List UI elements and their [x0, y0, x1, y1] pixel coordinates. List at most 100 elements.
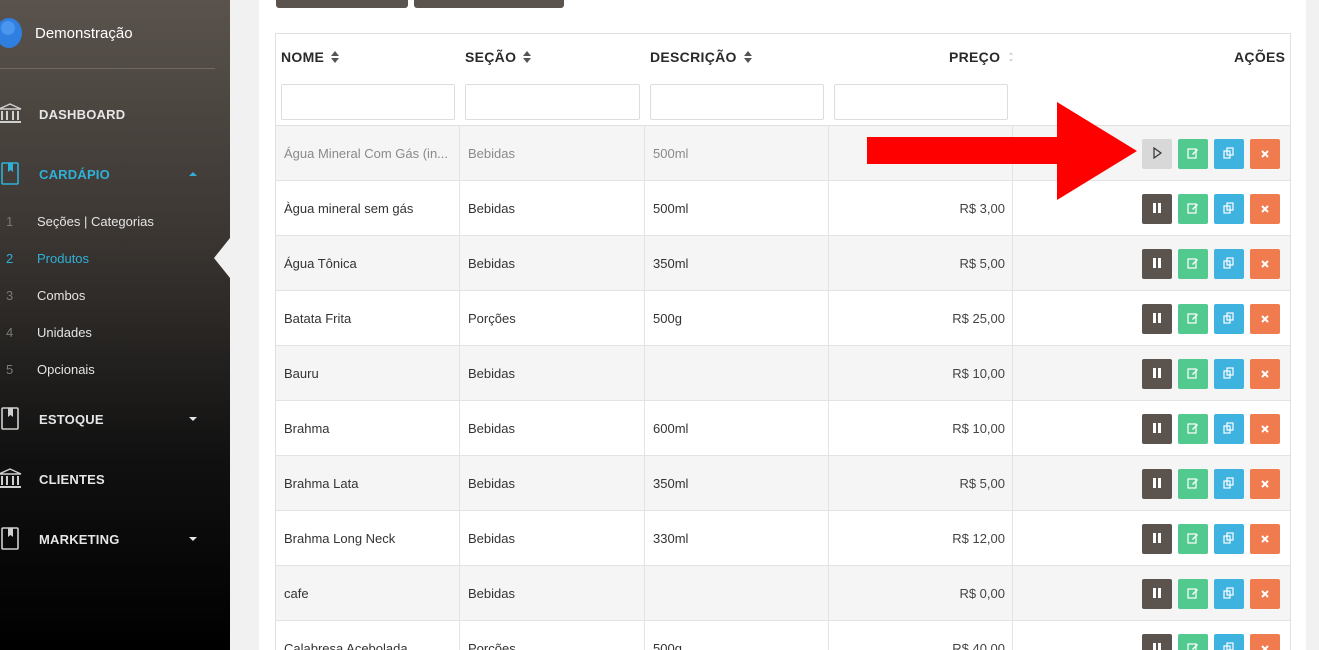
delete-button[interactable]	[1250, 579, 1280, 609]
row-actions	[1142, 249, 1280, 279]
delete-button[interactable]	[1250, 304, 1280, 334]
column-header-secao[interactable]: SEÇÃO	[465, 49, 532, 65]
duplicate-button[interactable]	[1214, 194, 1244, 224]
cell-secao: Porções	[460, 291, 645, 346]
delete-button[interactable]	[1250, 249, 1280, 279]
delete-button[interactable]	[1250, 139, 1280, 169]
close-icon	[1260, 202, 1270, 217]
table-row[interactable]: Brahma Lata Bebidas 350ml R$ 5,00	[276, 456, 1290, 511]
column-header-preco[interactable]: PREÇO	[949, 49, 1015, 65]
sidebar-item-cardapio[interactable]: CARDÁPIO	[0, 154, 230, 194]
sidebar-item-clientes[interactable]: CLIENTES	[0, 459, 230, 499]
table-row[interactable]: Bauru Bebidas R$ 10,00	[276, 346, 1290, 401]
sidebar-item-estoque[interactable]: ESTOQUE	[0, 399, 230, 439]
filter-nome-input[interactable]	[281, 84, 455, 120]
chevron-down-icon	[189, 537, 197, 541]
pause-button[interactable]	[1142, 304, 1172, 334]
user-profile[interactable]: Demonstração	[0, 14, 215, 52]
sidebar-item-label: CARDÁPIO	[39, 166, 110, 182]
filter-secao-input[interactable]	[465, 84, 640, 120]
cell-preco: R$ 40,00	[829, 621, 1013, 650]
pause-button[interactable]	[1142, 634, 1172, 650]
edit-button[interactable]	[1178, 469, 1208, 499]
close-icon	[1260, 367, 1270, 382]
pause-button[interactable]	[1142, 469, 1172, 499]
delete-button[interactable]	[1250, 634, 1280, 650]
pause-button[interactable]	[1142, 194, 1172, 224]
table-row[interactable]: Brahma Long Neck Bebidas 330ml R$ 12,00	[276, 511, 1290, 566]
cell-nome: cafe	[276, 566, 460, 621]
filter-descricao-input[interactable]	[650, 84, 824, 120]
toolbar-button-1[interactable]	[276, 0, 408, 8]
pause-button[interactable]	[1142, 249, 1172, 279]
play-button[interactable]	[1142, 139, 1172, 169]
sidebar-item-label: ESTOQUE	[39, 411, 104, 427]
close-icon	[1260, 147, 1270, 162]
duplicate-button[interactable]	[1214, 579, 1244, 609]
sidebar-subitem-produtos[interactable]: 2 Produtos	[0, 238, 230, 278]
row-actions	[1142, 414, 1280, 444]
sidebar-subitem-secoes[interactable]: 1 Seções | Categorias	[0, 209, 230, 233]
user-name: Demonstração	[35, 24, 133, 42]
sidebar-subitem-combos[interactable]: 3 Combos	[0, 283, 230, 307]
sidebar-subitem-opcionais[interactable]: 5 Opcionais	[0, 357, 230, 381]
toolbar-button-2[interactable]	[414, 0, 564, 8]
edit-icon	[1187, 312, 1199, 327]
delete-button[interactable]	[1250, 524, 1280, 554]
cell-secao: Bebidas	[460, 181, 645, 236]
column-header-descricao[interactable]: DESCRIÇÃO	[650, 49, 752, 65]
cell-descricao	[645, 346, 829, 401]
duplicate-button[interactable]	[1214, 304, 1244, 334]
row-actions	[1142, 139, 1280, 169]
edit-button[interactable]	[1178, 139, 1208, 169]
table-row[interactable]: Àgua mineral sem gás Bebidas 500ml R$ 3,00	[276, 181, 1290, 236]
pause-button[interactable]	[1142, 414, 1172, 444]
pause-button[interactable]	[1142, 579, 1172, 609]
pause-button[interactable]	[1142, 524, 1172, 554]
edit-button[interactable]	[1178, 579, 1208, 609]
cell-nome: Brahma Lata	[276, 456, 460, 511]
duplicate-button[interactable]	[1214, 139, 1244, 169]
edit-button[interactable]	[1178, 359, 1208, 389]
cell-nome: Calabresa Acebolada	[276, 621, 460, 650]
duplicate-button[interactable]	[1214, 469, 1244, 499]
delete-button[interactable]	[1250, 194, 1280, 224]
copy-icon	[1223, 311, 1235, 327]
row-actions	[1142, 634, 1280, 650]
pause-button[interactable]	[1142, 359, 1172, 389]
book-icon	[0, 162, 22, 186]
edit-button[interactable]	[1178, 249, 1208, 279]
subitem-number: 2	[6, 250, 14, 266]
delete-button[interactable]	[1250, 469, 1280, 499]
table-row[interactable]: Brahma Bebidas 600ml R$ 10,00	[276, 401, 1290, 456]
edit-button[interactable]	[1178, 634, 1208, 650]
table-row[interactable]: Água Mineral Com Gás (in... Bebidas 500ml	[276, 126, 1290, 181]
pause-icon	[1151, 422, 1163, 437]
subitem-label: Unidades	[37, 324, 92, 340]
row-actions	[1142, 524, 1280, 554]
close-icon	[1260, 312, 1270, 327]
duplicate-button[interactable]	[1214, 634, 1244, 650]
table-row[interactable]: cafe Bebidas R$ 0,00	[276, 566, 1290, 621]
duplicate-button[interactable]	[1214, 249, 1244, 279]
sidebar-subitem-unidades[interactable]: 4 Unidades	[0, 320, 230, 344]
table-row[interactable]: Batata Frita Porções 500g R$ 25,00	[276, 291, 1290, 346]
edit-button[interactable]	[1178, 304, 1208, 334]
sidebar-item-dashboard[interactable]: DASHBOARD	[0, 94, 230, 134]
cell-descricao: 500ml	[645, 181, 829, 236]
cell-descricao: 350ml	[645, 236, 829, 291]
delete-button[interactable]	[1250, 414, 1280, 444]
delete-button[interactable]	[1250, 359, 1280, 389]
column-header-nome[interactable]: NOME	[281, 49, 340, 65]
duplicate-button[interactable]	[1214, 359, 1244, 389]
duplicate-button[interactable]	[1214, 414, 1244, 444]
edit-button[interactable]	[1178, 194, 1208, 224]
sidebar-item-marketing[interactable]: MARKETING	[0, 519, 230, 559]
cell-secao: Porções	[460, 621, 645, 650]
book-icon	[0, 527, 22, 551]
edit-button[interactable]	[1178, 524, 1208, 554]
table-row[interactable]: Água Tônica Bebidas 350ml R$ 5,00	[276, 236, 1290, 291]
table-row[interactable]: Calabresa Acebolada Porções 500g R$ 40,00	[276, 621, 1290, 650]
duplicate-button[interactable]	[1214, 524, 1244, 554]
edit-button[interactable]	[1178, 414, 1208, 444]
